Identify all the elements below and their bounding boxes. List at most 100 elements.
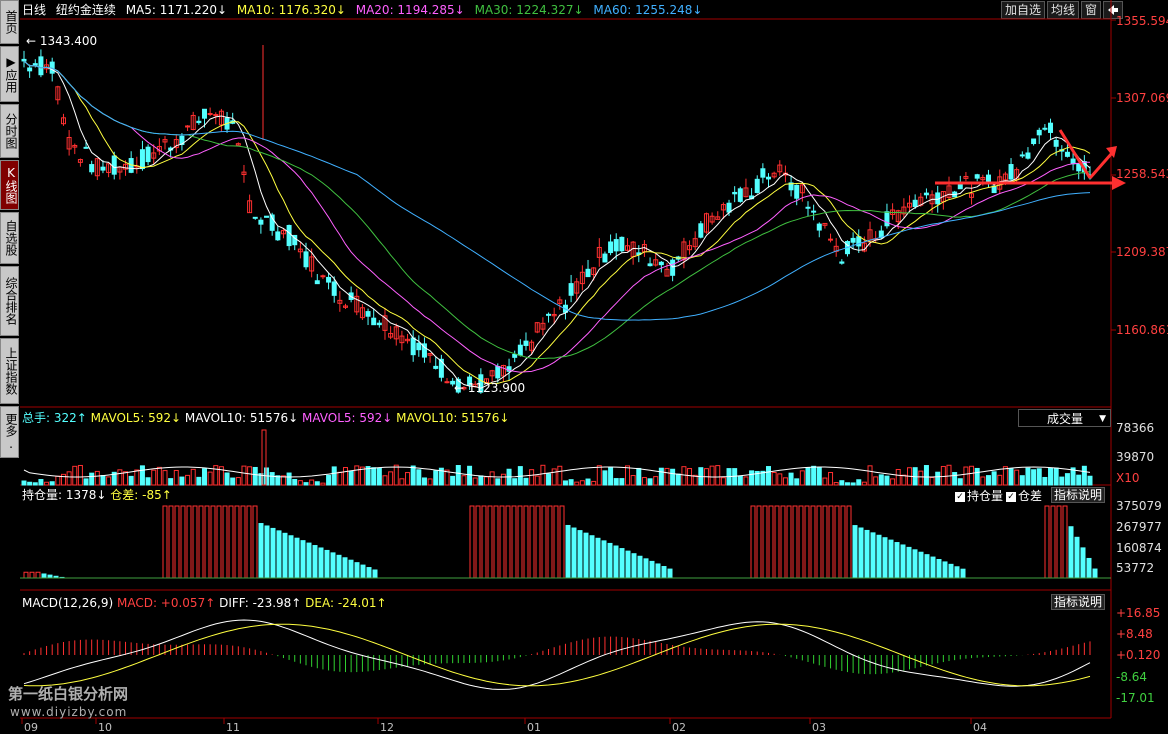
candle-body [1019, 154, 1025, 157]
candle-body [585, 268, 591, 278]
diff-line [23, 619, 1091, 690]
volume-bar [602, 470, 608, 486]
high-price-value: 1343.400 [39, 34, 98, 48]
volume-bar [201, 468, 207, 486]
volume-bar [314, 481, 320, 486]
open-interest-bar [816, 505, 822, 579]
candle-body [658, 261, 664, 266]
ma10-line [23, 60, 1091, 384]
volume-bar [687, 468, 693, 486]
volume-bar [969, 465, 975, 486]
volume-bar [890, 478, 896, 486]
macd-tick: -17.01 [1116, 691, 1155, 705]
volume-bar [286, 472, 292, 486]
volume-bar [737, 475, 743, 486]
open-interest-bar [559, 505, 565, 579]
candle-body [331, 281, 337, 296]
volume-bar [856, 479, 862, 486]
volume-bar [134, 469, 140, 486]
open-interest-bar [834, 505, 840, 579]
open-interest-bar [348, 559, 354, 579]
volume-bar [568, 479, 574, 486]
candle-body [732, 191, 738, 195]
candle-body [613, 239, 619, 252]
volume-bar [168, 478, 174, 486]
volume-bar [388, 471, 394, 486]
volume-bar [670, 468, 676, 486]
volume-bar [675, 473, 681, 486]
open-interest-bar [936, 558, 942, 579]
open-interest-bar [942, 561, 948, 579]
volume-bar [557, 465, 563, 486]
open-interest-bar [475, 505, 481, 579]
volume-bar [794, 478, 800, 486]
open-interest-bar [565, 524, 571, 579]
volume-bar [207, 471, 213, 486]
volume-bar [720, 477, 726, 486]
x-axis-label: 11 [226, 721, 240, 734]
indicator-select[interactable]: 成交量 ▼ [1018, 409, 1111, 427]
ma20-line [23, 60, 1091, 373]
x-axis-label: 01 [527, 721, 541, 734]
volume-bar [467, 465, 473, 486]
volume-bar [269, 472, 275, 486]
volume-bar [709, 465, 715, 486]
open-interest-bar [1074, 536, 1080, 579]
candle-body [1031, 138, 1037, 145]
volume-bar [946, 464, 952, 486]
open-interest-bar [41, 573, 47, 579]
volume-bar [365, 466, 371, 486]
volume-bar [55, 475, 61, 486]
oi-diff-checkbox[interactable]: ✓ 仓差 [1006, 487, 1042, 504]
candle-body [839, 261, 845, 264]
volume-bar [60, 473, 66, 486]
volume-bar [641, 477, 647, 486]
volume-bar [123, 471, 129, 486]
open-interest-bar [282, 532, 288, 579]
volume-bar [145, 477, 151, 486]
open-interest-bar [840, 505, 846, 579]
volume-bar [139, 465, 145, 486]
candle-body [811, 210, 817, 213]
open-interest-bar [493, 505, 499, 579]
volume-bar [529, 469, 535, 486]
candle-body [27, 67, 33, 72]
candle-body [185, 125, 191, 128]
open-interest-bar [264, 525, 270, 579]
candle-body [89, 164, 95, 173]
open-interest-bar [637, 555, 643, 579]
open-interest-bar [324, 549, 330, 579]
chart-canvas [20, 0, 1126, 724]
volume-bar [500, 473, 506, 486]
open-interest-bar [318, 547, 324, 579]
volume-bar [461, 475, 467, 486]
open-interest-bar [619, 548, 625, 579]
oi-checkbox[interactable]: ✓ 持仓量 [955, 487, 1003, 504]
candle-body [1064, 151, 1070, 157]
volume-bar [574, 481, 580, 486]
open-interest-bar [240, 505, 246, 579]
open-interest-bar [288, 535, 294, 579]
volume-bar [252, 466, 258, 486]
volume-bar [185, 474, 191, 486]
annotation-arrow [1088, 152, 1114, 179]
candle-body [365, 311, 371, 317]
mavol10-value: MAVOL10: 51576↓ [184, 411, 299, 425]
open-interest-bar [35, 571, 41, 579]
volume-bar [1025, 467, 1031, 486]
high-price-label: ← 1343.400 [26, 34, 98, 48]
volume-bar [974, 467, 980, 486]
volume-bar [89, 472, 95, 486]
volume-bar [83, 478, 89, 486]
macd-help-button[interactable]: 指标说明 [1051, 594, 1106, 610]
candle-body [111, 155, 117, 175]
oi-tick: 267977 [1116, 520, 1162, 534]
open-interest-bar [918, 551, 924, 579]
volume-bar [44, 481, 50, 486]
volume-bar [664, 467, 670, 486]
candle-body [523, 340, 529, 346]
open-interest-bar [631, 553, 637, 579]
oi-help-button[interactable]: 指标说明 [1051, 487, 1106, 503]
volume-bar [1059, 476, 1065, 486]
open-interest-bar [198, 505, 204, 579]
